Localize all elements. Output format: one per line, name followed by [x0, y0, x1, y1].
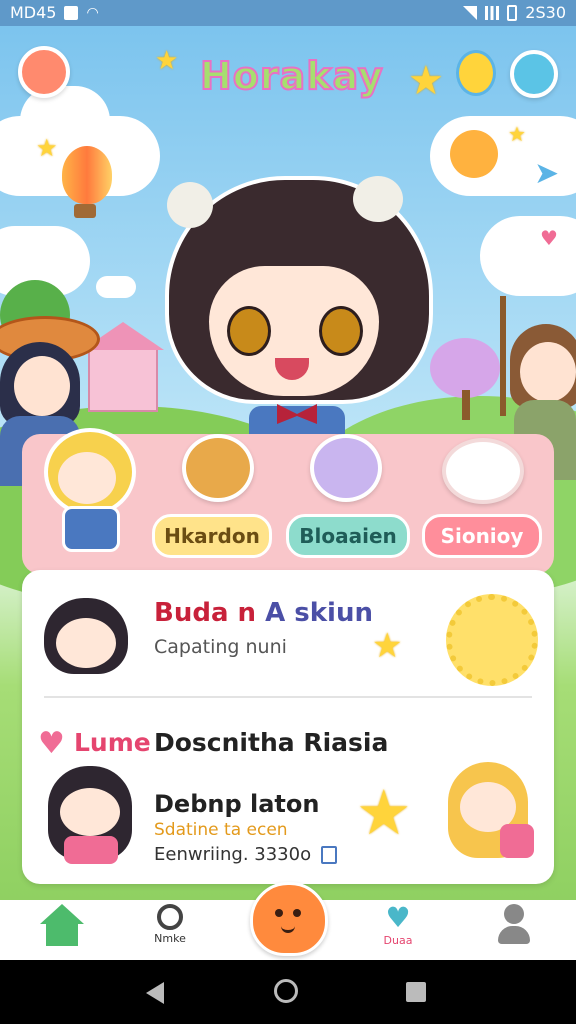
friend-pill-3-label: Sionioy — [440, 524, 524, 548]
back-icon[interactable] — [146, 982, 164, 1004]
item-1-subtitle: Capating nuni — [154, 636, 287, 658]
status-time-left: MD45 — [10, 3, 57, 22]
item-3-subtitle: Sdatine ta ecen — [154, 820, 288, 840]
eye-right — [319, 306, 363, 356]
wifi-signal-icon — [463, 5, 478, 20]
status-time-right: 2S30 — [525, 3, 566, 22]
ear-puff-right — [353, 176, 403, 222]
right-character-face — [520, 342, 576, 402]
sun-sticker-icon — [18, 46, 70, 98]
wifi-icon: ◠ — [86, 4, 99, 21]
nav-messages-label: Duaa — [383, 934, 413, 947]
item-2-title: Doscnitha Riasia — [154, 728, 389, 757]
balloon-basket — [74, 204, 96, 218]
item-3-title: Debnp laton — [154, 790, 320, 818]
ear-puff-left — [167, 182, 213, 228]
tree-trunk — [462, 390, 470, 420]
star-icon: ★ — [372, 626, 403, 666]
status-bar: MD45 ◠ 2S30 — [0, 0, 576, 26]
blonde-body — [62, 506, 120, 552]
cat-sticker-icon — [450, 130, 498, 178]
fab-eye-left — [275, 909, 283, 917]
main-character-avatar[interactable] — [165, 156, 433, 476]
heart-chat-icon: ♥ — [385, 901, 411, 934]
nav-search[interactable]: Nmke — [138, 904, 202, 956]
nav-search-label: Nmke — [154, 932, 186, 945]
item-2-tag: Lume — [74, 728, 151, 757]
friends-panel: Hkardon Bloaaien Sionioy — [22, 428, 554, 574]
item-1-title: Buda n A skiun — [154, 598, 373, 628]
eye-left — [227, 306, 271, 356]
flag-pole — [500, 296, 506, 416]
home-icon — [40, 904, 84, 924]
avatar-face — [60, 788, 120, 836]
heart-icon: ♥ — [540, 226, 558, 250]
item-3-meta-text: Eenwriing. 3330o — [154, 844, 312, 865]
star-icon: ★ — [155, 46, 179, 76]
create-fab-button[interactable] — [250, 882, 328, 956]
nav-profile[interactable] — [482, 904, 546, 956]
cloud — [96, 276, 136, 298]
gift-icon — [500, 824, 534, 858]
badge-icon — [456, 50, 496, 96]
battery-icon — [507, 4, 518, 21]
notification-icon — [64, 5, 79, 20]
friend-avatar-cloud[interactable] — [442, 438, 524, 504]
fab-eye-right — [293, 909, 301, 917]
document-icon — [320, 846, 337, 864]
content-card: Buda n A skiun Capating nuni ★ ♥ Lume Do… — [22, 570, 554, 884]
recents-icon[interactable] — [406, 982, 426, 1002]
star-icon: ★ — [36, 134, 58, 162]
cloud — [480, 216, 576, 296]
star-icon: ★ — [508, 122, 526, 146]
bird-icon: ➤ — [534, 156, 560, 191]
item-1-title-part2: A skiun — [265, 598, 373, 628]
search-icon — [157, 904, 183, 930]
nav-messages[interactable]: ♥ Duaa — [366, 904, 430, 956]
avatar-body — [64, 836, 118, 864]
friend-avatar-blonde[interactable] — [36, 428, 136, 552]
sun-face-icon — [446, 594, 538, 686]
hot-air-balloon-icon — [62, 146, 112, 204]
app-title: Horakay — [199, 53, 384, 99]
left-character-face — [14, 356, 70, 416]
house — [82, 322, 164, 412]
friend-pill-1[interactable]: Hkardon — [152, 514, 272, 558]
star-icon: ★ — [356, 776, 412, 849]
friend-pill-2-label: Bloaaien — [299, 524, 397, 548]
home-system-icon[interactable] — [274, 979, 298, 1003]
profile-icon-body — [498, 926, 530, 944]
nav-home[interactable] — [30, 904, 94, 956]
friend-avatar-cat[interactable] — [182, 434, 254, 502]
friend-pill-2[interactable]: Bloaaien — [286, 514, 410, 558]
bubble-icon — [510, 50, 558, 98]
item-1-title-part1: Buda n — [154, 598, 257, 628]
home-icon-base — [46, 924, 78, 946]
cell-signal-icon — [485, 5, 500, 20]
item-3-meta: Eenwriing. 3330o — [154, 844, 337, 865]
heart-icon: ♥ — [38, 726, 65, 761]
blonde-face — [58, 452, 116, 504]
fab-smile — [281, 923, 295, 933]
friend-pill-1-label: Hkardon — [164, 524, 260, 548]
divider — [44, 696, 532, 698]
cloud — [20, 86, 110, 156]
system-nav-bar — [0, 960, 576, 1024]
friend-pill-3[interactable]: Sionioy — [422, 514, 542, 558]
tree — [430, 338, 500, 398]
friend-avatar-ghost-cat[interactable] — [310, 434, 382, 502]
star-icon: ★ — [408, 58, 444, 104]
profile-icon — [504, 904, 524, 924]
avatar-face — [56, 618, 116, 668]
